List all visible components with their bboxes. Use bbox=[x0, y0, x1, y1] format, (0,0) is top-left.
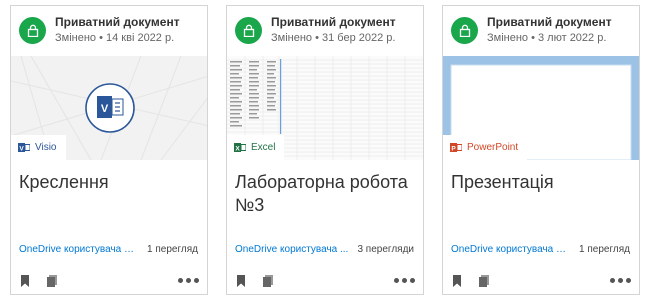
card-footer bbox=[227, 274, 423, 292]
copies-icon[interactable] bbox=[478, 274, 490, 293]
app-badge: X Excel bbox=[227, 135, 285, 160]
modified-date: Змінено • 3 лют 2022 р. bbox=[487, 32, 607, 44]
bookmark-icon[interactable] bbox=[452, 274, 462, 293]
visio-icon: V bbox=[18, 143, 30, 152]
excel-icon: X bbox=[234, 143, 246, 152]
svg-text:X: X bbox=[235, 145, 240, 152]
view-count: 1 перегляд bbox=[579, 244, 630, 255]
view-count: 1 перегляд bbox=[147, 244, 198, 255]
document-title[interactable]: Презентація bbox=[451, 171, 636, 194]
bookmark-icon[interactable] bbox=[236, 274, 246, 293]
document-title[interactable]: Креслення bbox=[19, 171, 204, 194]
copies-icon[interactable] bbox=[262, 274, 274, 293]
document-card-excel[interactable]: Приватний документ Змінено • 31 бер 2022… bbox=[226, 5, 424, 295]
more-options-icon[interactable] bbox=[610, 278, 631, 283]
app-badge: V Visio bbox=[11, 135, 66, 160]
app-name: PowerPoint bbox=[467, 142, 519, 153]
app-name: Visio bbox=[35, 142, 57, 153]
card-header: Приватний документ Змінено • 31 бер 2022… bbox=[227, 6, 423, 56]
owner-link[interactable]: OneDrive користувача В... bbox=[451, 244, 569, 255]
app-name: Excel bbox=[251, 142, 276, 153]
modified-date: Змінено • 14 кві 2022 р. bbox=[55, 32, 175, 44]
document-card-visio[interactable]: Приватний документ Змінено • 14 кві 2022… bbox=[10, 5, 208, 295]
lock-icon bbox=[451, 17, 478, 44]
card-footer bbox=[443, 274, 639, 292]
card-header: Приватний документ Змінено • 3 лют 2022 … bbox=[443, 6, 639, 56]
privacy-label: Приватний документ bbox=[55, 15, 180, 29]
document-card-powerpoint[interactable]: Приватний документ Змінено • 3 лют 2022 … bbox=[442, 5, 640, 295]
powerpoint-icon: P bbox=[450, 143, 462, 152]
card-header: Приватний документ Змінено • 14 кві 2022… bbox=[11, 6, 207, 56]
modified-date: Змінено • 31 бер 2022 р. bbox=[271, 32, 396, 44]
owner-link[interactable]: OneDrive користувача ... bbox=[235, 244, 348, 255]
svg-text:V: V bbox=[19, 145, 24, 152]
document-title[interactable]: Лабораторна робота №3 bbox=[235, 171, 420, 217]
lock-icon bbox=[19, 17, 46, 44]
svg-text:P: P bbox=[451, 145, 456, 152]
svg-text:V: V bbox=[101, 103, 109, 115]
app-badge: P PowerPoint bbox=[443, 135, 528, 160]
view-count: 3 перегляди bbox=[357, 244, 414, 255]
card-footer bbox=[11, 274, 207, 292]
more-options-icon[interactable] bbox=[394, 278, 415, 283]
more-options-icon[interactable] bbox=[178, 278, 199, 283]
privacy-label: Приватний документ bbox=[271, 15, 396, 29]
lock-icon bbox=[235, 17, 262, 44]
owner-link[interactable]: OneDrive користувача В... bbox=[19, 244, 137, 255]
copies-icon[interactable] bbox=[46, 274, 58, 293]
bookmark-icon[interactable] bbox=[20, 274, 30, 293]
privacy-label: Приватний документ bbox=[487, 15, 612, 29]
